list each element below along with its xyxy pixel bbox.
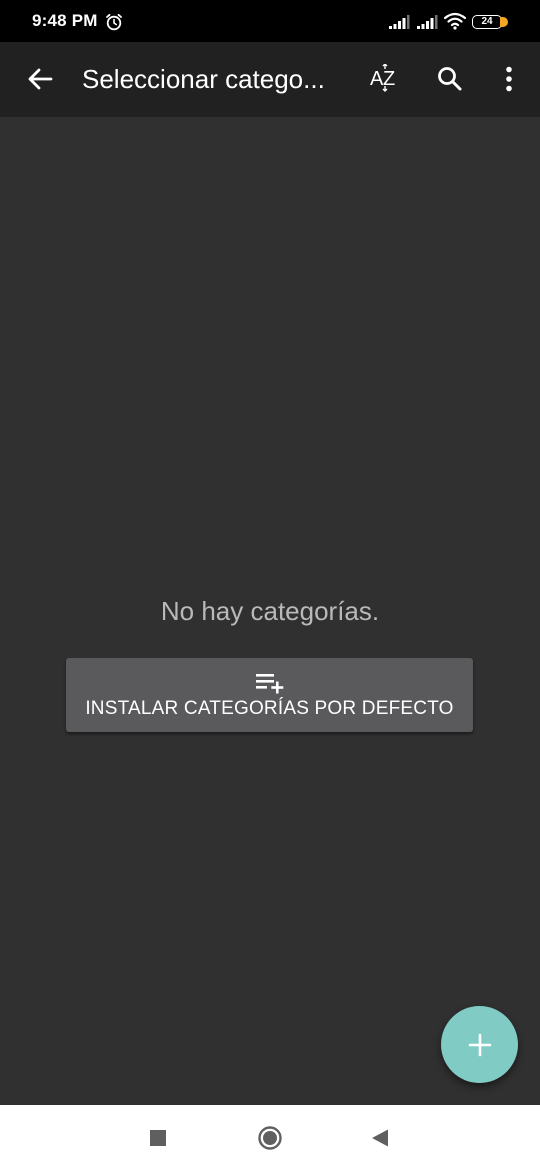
screen: 9:48 PM 24 Seleccionar catego... A Z No … [0,0,540,1170]
empty-state-message: No hay categorías. [160,596,380,626]
playlist-add-icon [255,674,283,694]
svg-text:A: A [370,68,384,90]
nav-back-button[interactable] [363,1121,397,1155]
signal-icon [389,15,410,29]
add-category-fab[interactable] [441,1006,518,1083]
signal-icon [417,15,438,29]
arrow-back-icon [28,68,53,90]
recents-button[interactable] [141,1121,175,1155]
search-button[interactable] [428,57,472,101]
battery-level-indicator [500,17,508,27]
back-button[interactable] [18,57,62,101]
alarm-icon [106,13,122,31]
back-triangle-icon [372,1129,388,1147]
wifi-icon [444,12,466,30]
battery-icon: 24 [472,15,502,29]
home-button[interactable] [253,1121,287,1155]
more-vert-icon [506,66,512,92]
status-time: 9:48 PM [32,11,98,30]
status-bar: 9:48 PM 24 [0,0,540,42]
navigation-bar [0,1105,540,1170]
search-icon [438,67,462,91]
sort-button[interactable]: A Z [363,57,407,101]
install-button-label: INSTALAR CATEGORÍAS POR DEFECTO [85,698,454,719]
more-options-button[interactable] [487,57,531,101]
app-bar: Seleccionar catego... A Z [0,42,540,117]
home-circle-icon [258,1126,282,1150]
recents-square-icon [150,1130,166,1146]
install-default-categories-button[interactable]: INSTALAR CATEGORÍAS POR DEFECTO [66,658,473,732]
page-title: Seleccionar catego... [82,64,325,94]
sort-az-icon: A Z [370,64,395,92]
add-icon [468,1033,491,1056]
